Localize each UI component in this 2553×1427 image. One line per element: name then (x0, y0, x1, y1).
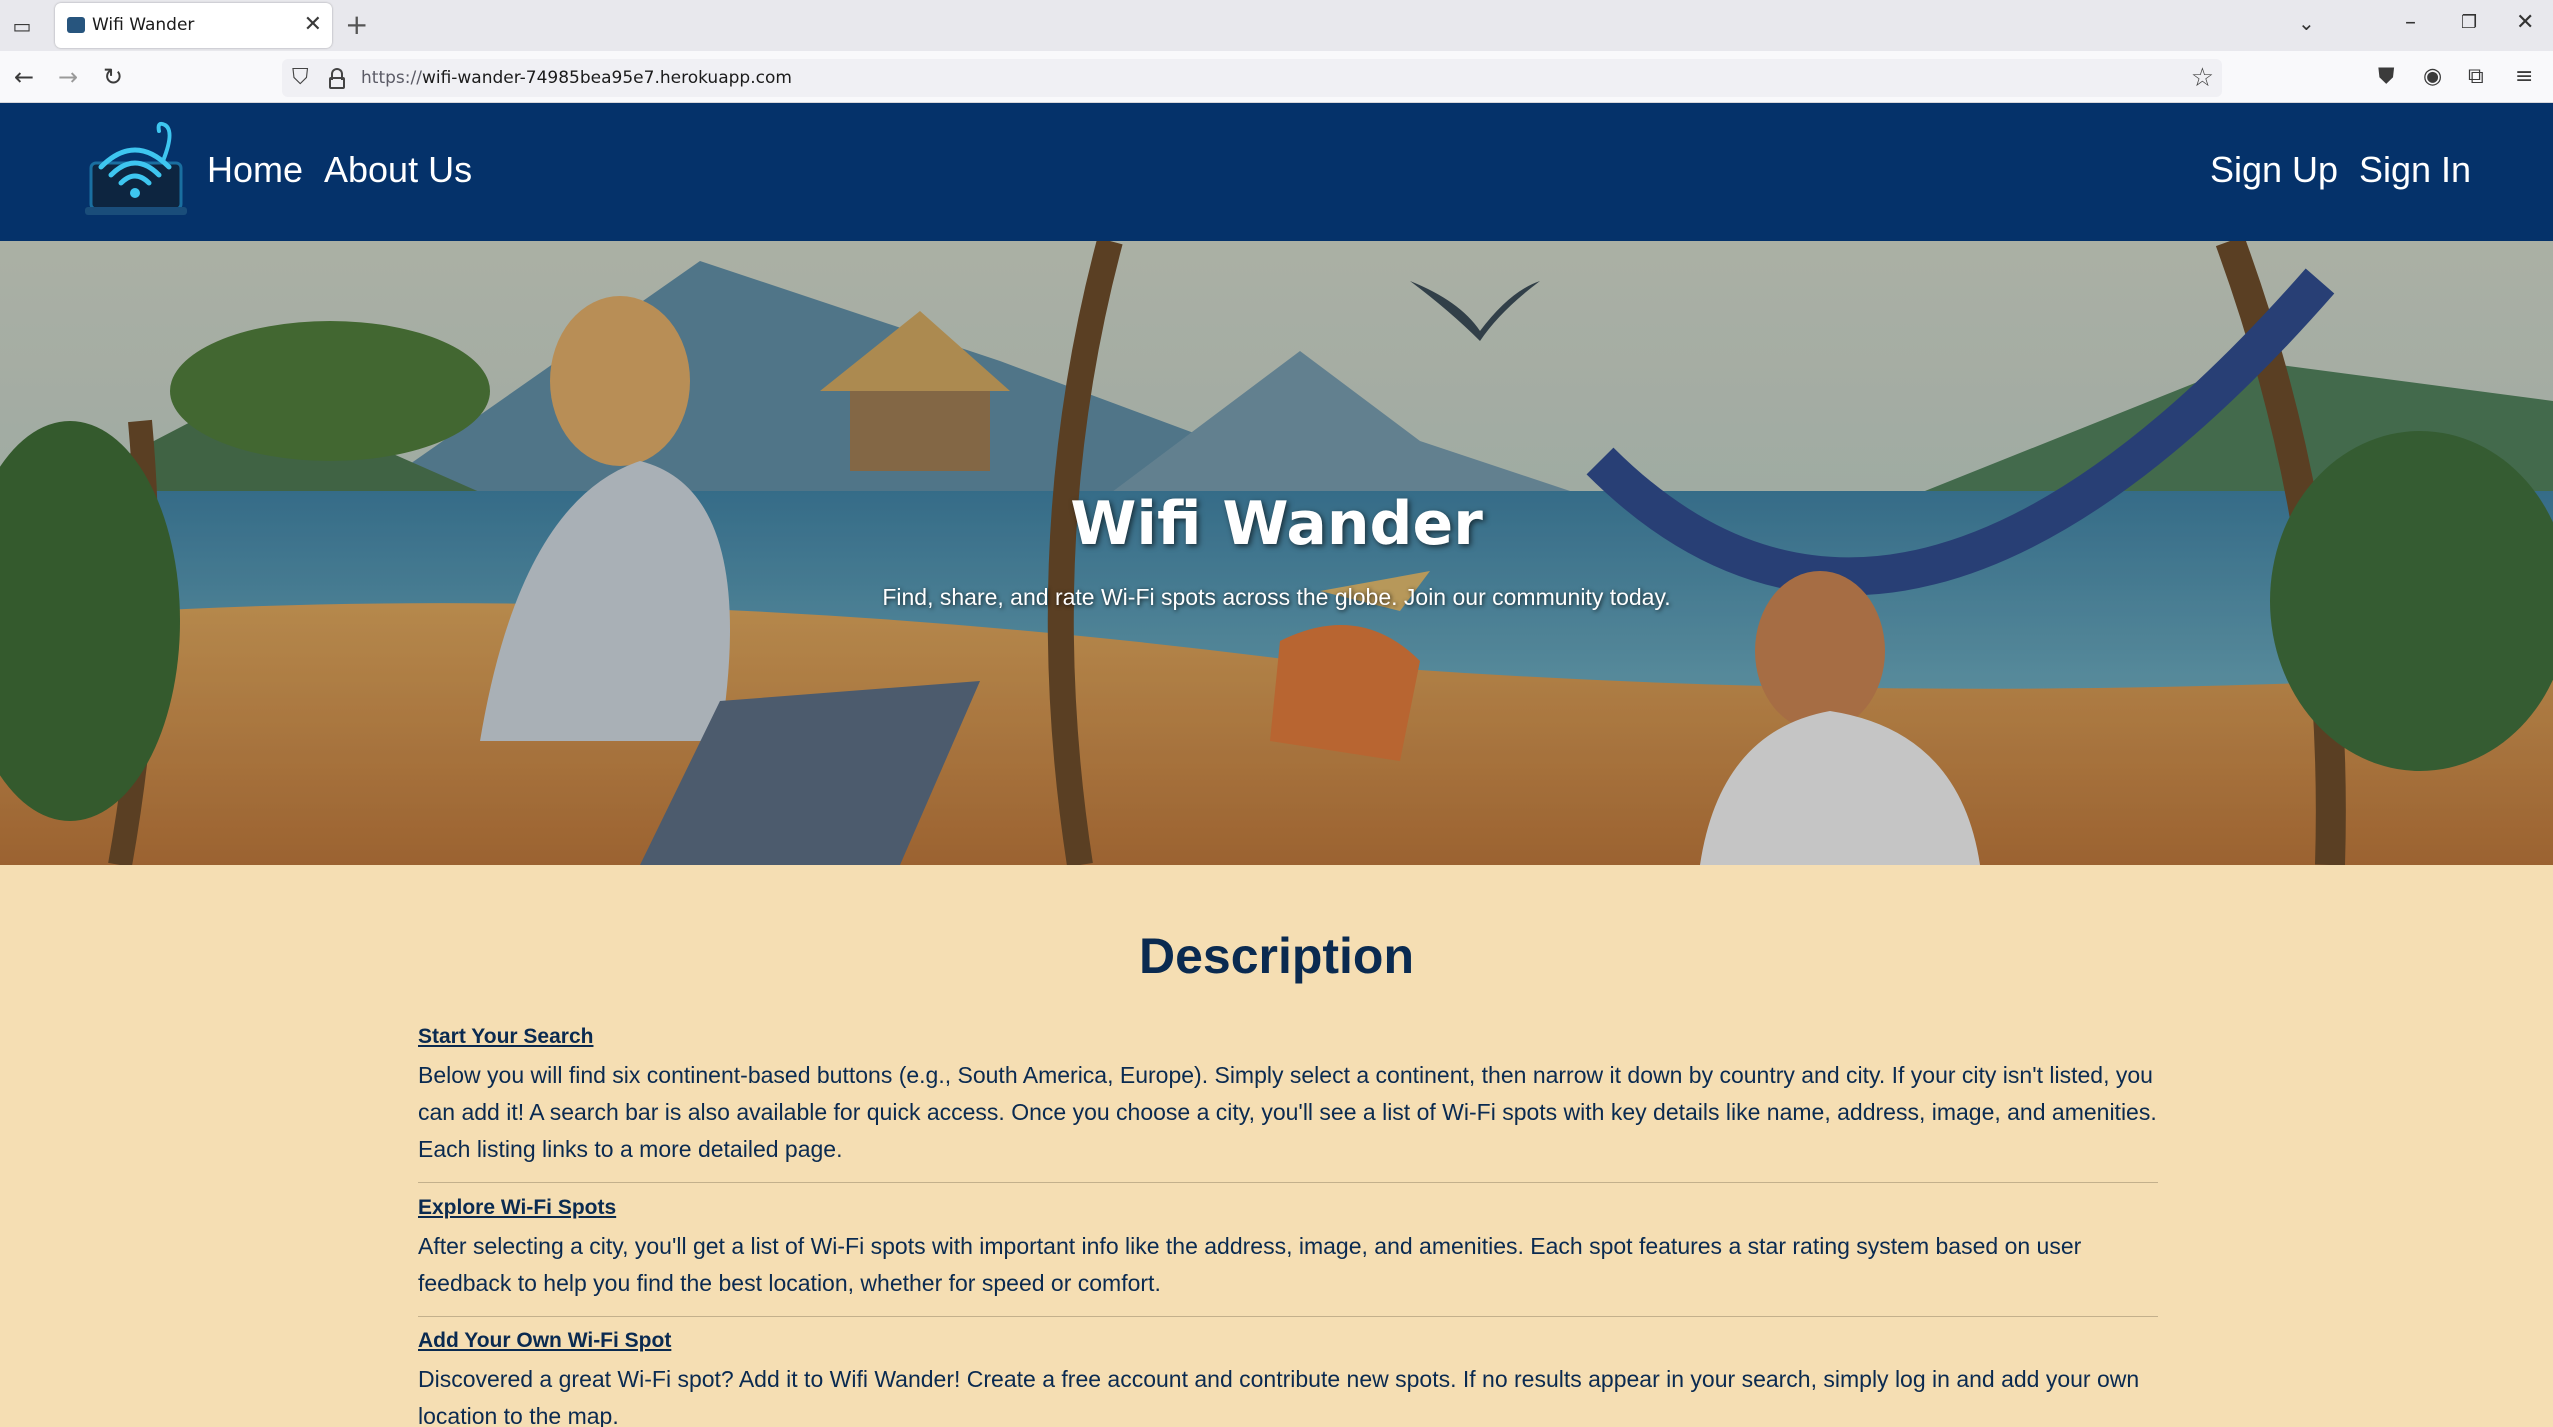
new-tab-icon[interactable]: + (345, 8, 368, 42)
minimize-icon[interactable]: – (2405, 6, 2416, 40)
reload-icon[interactable]: ↻ (103, 60, 123, 94)
extensions-icon[interactable]: ⧉ (2468, 60, 2484, 94)
tab-list-icon[interactable]: ▭ (8, 12, 36, 40)
section-body: Below you will find six continent-based … (418, 1062, 2157, 1162)
account-icon[interactable]: ◉ (2423, 60, 2442, 94)
close-tab-icon[interactable]: ✕ (304, 11, 322, 39)
section-body: Discovered a great Wi-Fi spot? Add it to… (418, 1366, 2140, 1427)
hamburger-menu-icon[interactable]: ≡ (2515, 60, 2533, 94)
browser-tab[interactable]: Wifi Wander ✕ (55, 3, 332, 48)
section-body: After selecting a city, you'll get a lis… (418, 1233, 2082, 1296)
section-start-search: Start Your Search Below you will find si… (418, 1025, 2158, 1168)
description-heading: Description (1138, 928, 1415, 984)
site-favicon-icon (67, 17, 85, 33)
close-window-icon[interactable]: ✕ (2516, 6, 2534, 40)
hero-subtitle: Find, share, and rate Wi-Fi spots across… (882, 584, 1671, 610)
shield-icon[interactable]: ⛉ (292, 63, 309, 93)
site-navbar: Home About Us Sign Up Sign In (0, 103, 2553, 241)
url-text[interactable]: https://wifi-wander-74985bea95e7.herokua… (361, 68, 792, 88)
browser-tab-bar: ▭ Wifi Wander ✕ + ⌄ – ❐ ✕ (0, 0, 2553, 51)
forward-arrow-icon[interactable]: → (58, 60, 78, 94)
section-heading-link[interactable]: Explore Wi-Fi Spots (418, 1196, 2158, 1220)
section-heading-link[interactable]: Start Your Search (418, 1025, 2158, 1049)
section-heading-link[interactable]: Add Your Own Wi-Fi Spot (418, 1329, 2158, 1353)
lock-icon[interactable] (328, 63, 346, 93)
wifi-laptop-logo-icon[interactable] (85, 121, 193, 221)
nav-signup-link[interactable]: Sign Up (2210, 149, 2338, 191)
chevron-down-icon[interactable]: ⌄ (2298, 6, 2315, 40)
hero-title: Wifi Wander (1070, 489, 1483, 559)
browser-toolbar: ← → ↻ ⛉ https://wifi-wander-74985bea95e7… (0, 51, 2553, 103)
restore-icon[interactable]: ❐ (2461, 6, 2477, 40)
pocket-icon[interactable]: ⛊ (2378, 60, 2395, 94)
bookmark-star-icon[interactable]: ☆ (2191, 61, 2214, 95)
hero-banner: Wifi Wander Find, share, and rate Wi-Fi … (0, 241, 2553, 865)
address-bar[interactable]: ⛉ https://wifi-wander-74985bea95e7.herok… (282, 59, 2222, 97)
section-add-spot: Add Your Own Wi-Fi Spot Discovered a gre… (418, 1329, 2158, 1427)
back-arrow-icon[interactable]: ← (14, 60, 34, 94)
divider (418, 1182, 2158, 1183)
tab-title: Wifi Wander (92, 15, 195, 35)
nav-signin-link[interactable]: Sign In (2359, 149, 2471, 191)
nav-about-link[interactable]: About Us (324, 149, 472, 191)
nav-home-link[interactable]: Home (207, 149, 303, 191)
description-section: Description Start Your Search Below you … (0, 865, 2553, 1427)
divider (418, 1316, 2158, 1317)
section-explore-spots: Explore Wi-Fi Spots After selecting a ci… (418, 1196, 2158, 1302)
